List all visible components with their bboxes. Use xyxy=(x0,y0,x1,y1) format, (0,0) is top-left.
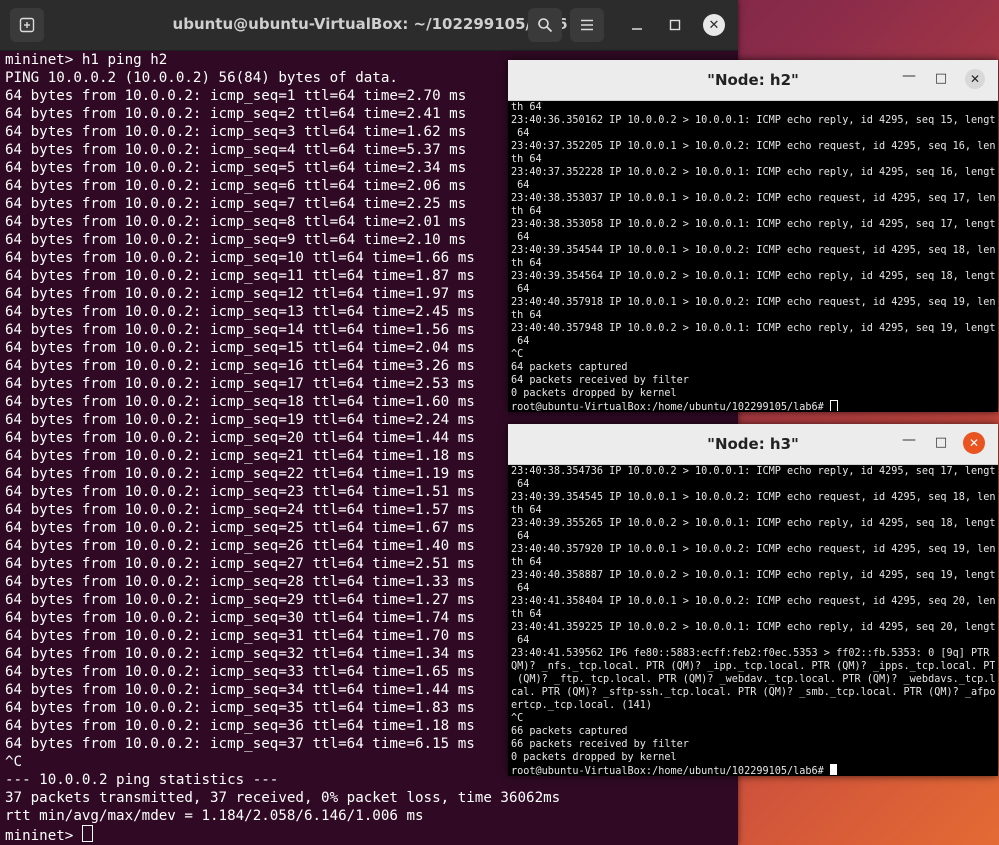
minimize-button[interactable]: — xyxy=(898,68,920,90)
close-button[interactable]: ✕ xyxy=(697,8,731,42)
main-terminal-titlebar[interactable]: ubuntu@ubuntu-VirtualBox: ~/102299105/la… xyxy=(0,0,738,51)
terminal-output-text: mininet> h1 ping h2 PING 10.0.0.2 (10.0.… xyxy=(5,52,561,824)
maximize-icon xyxy=(669,19,681,31)
new-tab-icon xyxy=(19,17,35,33)
minimize-icon xyxy=(632,28,642,30)
new-tab-button[interactable] xyxy=(10,8,44,42)
window-title: "Node: h2" xyxy=(707,71,799,89)
node-h2-titlebar[interactable]: "Node: h2" — □ ✕ xyxy=(508,60,998,101)
terminal-output-text: th 64 23:40:36.350162 IP 10.0.0.2 > 10.0… xyxy=(511,102,995,399)
terminal-output[interactable]: 23:40:38.354736 IP 10.0.0.2 > 10.0.0.1: … xyxy=(511,465,995,775)
terminal-prompt: root@ubuntu-VirtualBox:/home/ubuntu/1022… xyxy=(511,766,830,775)
search-icon xyxy=(538,18,553,33)
text-cursor xyxy=(829,400,838,411)
terminal-prompt: mininet> xyxy=(5,828,82,844)
minimize-button[interactable]: — xyxy=(898,432,920,454)
search-button[interactable] xyxy=(528,8,562,42)
maximize-icon: □ xyxy=(934,435,948,450)
text-cursor xyxy=(829,764,837,775)
close-icon: ✕ xyxy=(969,72,981,86)
close-button[interactable]: ✕ xyxy=(965,69,985,89)
terminal-prompt: root@ubuntu-VirtualBox:/home/ubuntu/1022… xyxy=(511,402,830,411)
maximize-button[interactable]: □ xyxy=(930,68,952,90)
window-title: "Node: h3" xyxy=(707,435,799,453)
maximize-button[interactable]: □ xyxy=(930,432,952,454)
text-cursor xyxy=(81,825,93,842)
minimize-icon: — xyxy=(902,68,916,84)
menu-button[interactable] xyxy=(570,8,604,42)
minimize-button[interactable] xyxy=(620,8,654,42)
close-icon: ✕ xyxy=(968,436,980,450)
minimize-icon: — xyxy=(902,432,916,448)
node-h2-window[interactable]: "Node: h2" — □ ✕ th 64 23:40:36.350162 I… xyxy=(508,60,998,412)
maximize-icon: □ xyxy=(934,71,948,86)
terminal-output[interactable]: th 64 23:40:36.350162 IP 10.0.0.2 > 10.0… xyxy=(511,101,995,411)
maximize-button[interactable] xyxy=(658,8,692,42)
close-button[interactable]: ✕ xyxy=(963,432,985,454)
node-h3-titlebar[interactable]: "Node: h3" — □ ✕ xyxy=(508,424,998,465)
close-icon: ✕ xyxy=(703,14,725,36)
terminal-output-text: 23:40:38.354736 IP 10.0.0.2 > 10.0.0.1: … xyxy=(511,466,995,763)
hamburger-menu-icon xyxy=(581,19,593,31)
node-h3-window[interactable]: "Node: h3" — □ ✕ 23:40:38.354736 IP 10.0… xyxy=(508,424,998,776)
